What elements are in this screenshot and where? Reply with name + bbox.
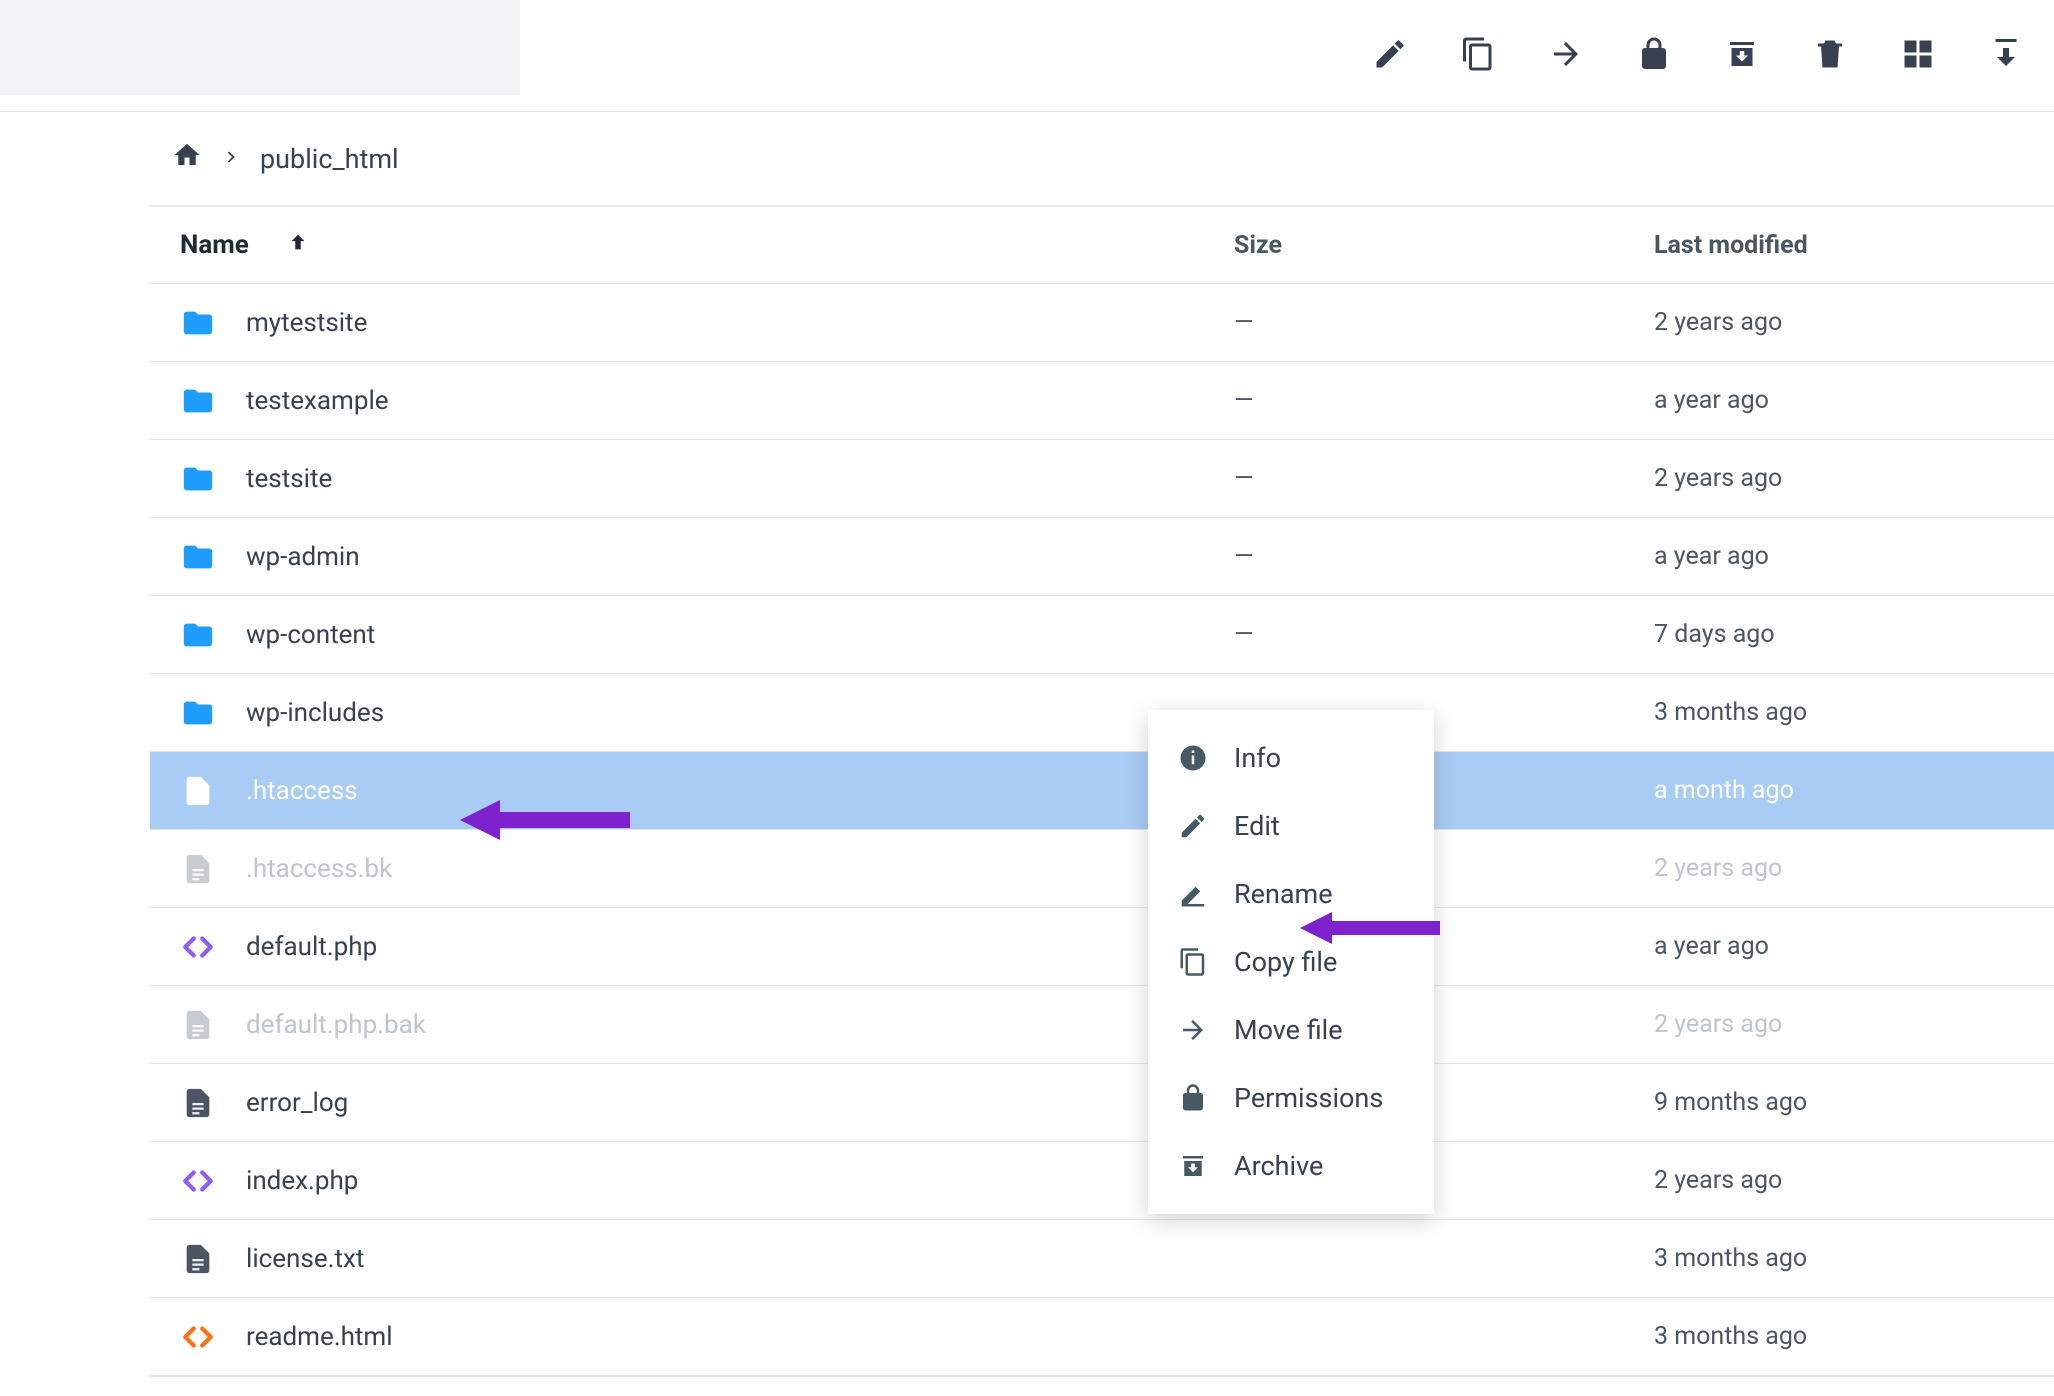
file-size: — (1234, 542, 1654, 571)
file-dark-icon (180, 1086, 216, 1120)
table-row[interactable]: default.php.bak 2 years ago (150, 986, 2054, 1064)
folder-icon (180, 462, 216, 496)
code-purple-icon (180, 930, 216, 964)
file-name: .htaccess (246, 776, 358, 806)
file-name: testsite (246, 464, 332, 494)
file-name: wp-includes (246, 698, 384, 728)
file-modified: 2 years ago (1654, 854, 2054, 883)
file-size: — (1234, 308, 1654, 337)
table-row[interactable]: mytestsite —2 years ago (150, 284, 2054, 362)
file-name: index.php (246, 1166, 358, 1196)
file-modified: 3 months ago (1654, 1322, 2054, 1351)
chevron-right-icon (220, 143, 242, 175)
home-icon[interactable] (172, 140, 202, 177)
file-modified: 2 years ago (1654, 1166, 2054, 1195)
file-modified: a year ago (1654, 932, 2054, 961)
ctx-rename[interactable]: Rename (1148, 860, 1434, 928)
table-row[interactable]: .htaccess2.1 KBa month ago (150, 752, 2054, 830)
file-name: readme.html (246, 1322, 393, 1352)
file-modified: a month ago (1654, 776, 2054, 805)
move-icon[interactable] (1548, 36, 1584, 76)
folder-icon (180, 384, 216, 418)
trash-icon[interactable] (1812, 36, 1848, 76)
column-name[interactable]: Name (180, 230, 249, 260)
file-modified: 2 years ago (1654, 1010, 2054, 1039)
table-row[interactable]: readme.html 3 months ago (150, 1298, 2054, 1376)
download-icon[interactable] (1988, 36, 2024, 76)
file-name: default.php (246, 932, 377, 962)
file-modified: 9 months ago (1654, 1088, 2054, 1117)
column-size[interactable]: Size (1234, 231, 1282, 260)
table-row[interactable]: default.php a year ago (150, 908, 2054, 986)
ctx-permissions[interactable]: Permissions (1148, 1064, 1434, 1132)
file-icon (180, 774, 216, 808)
file-size: — (1234, 464, 1654, 493)
file-dark-icon (180, 1242, 216, 1276)
file-size: — (1234, 386, 1654, 415)
breadcrumb: public_html (150, 112, 2054, 205)
ctx-move[interactable]: Move file (1148, 996, 1434, 1064)
file-table: Name Size Last modified mytestsite—2 yea… (150, 205, 2054, 1377)
archive-icon[interactable] (1724, 36, 1760, 76)
table-row[interactable]: testsite —2 years ago (150, 440, 2054, 518)
table-row[interactable]: wp-admin —a year ago (150, 518, 2054, 596)
column-modified[interactable]: Last modified (1654, 231, 1808, 260)
file-modified: 3 months ago (1654, 698, 2054, 727)
file-muted-icon (180, 1008, 216, 1042)
file-modified: 3 months ago (1654, 1244, 2054, 1273)
folder-icon (180, 696, 216, 730)
file-modified: a year ago (1654, 542, 2054, 571)
toolbar (0, 0, 2054, 112)
permissions-icon[interactable] (1636, 36, 1672, 76)
table-row[interactable]: index.php 2 years ago (150, 1142, 2054, 1220)
folder-icon (180, 540, 216, 574)
edit-icon[interactable] (1372, 36, 1408, 76)
file-size: — (1234, 620, 1654, 649)
file-modified: 2 years ago (1654, 308, 2054, 337)
ctx-info[interactable]: Info (1148, 724, 1434, 792)
table-row[interactable]: wp-content —7 days ago (150, 596, 2054, 674)
table-header: Name Size Last modified (150, 206, 2054, 284)
file-modified: a year ago (1654, 386, 2054, 415)
copy-icon[interactable] (1460, 36, 1496, 76)
table-row[interactable]: error_log 9 months ago (150, 1064, 2054, 1142)
file-modified: 7 days ago (1654, 620, 2054, 649)
sort-arrow-up-icon[interactable] (279, 230, 309, 260)
table-row[interactable]: .htaccess.bk 2 years ago (150, 830, 2054, 908)
table-row[interactable]: testexample —a year ago (150, 362, 2054, 440)
file-name: default.php.bak (246, 1010, 426, 1040)
ctx-copy[interactable]: Copy file (1148, 928, 1434, 996)
file-name: license.txt (246, 1244, 364, 1274)
code-purple-icon (180, 1164, 216, 1198)
breadcrumb-current[interactable]: public_html (260, 143, 399, 175)
ctx-archive[interactable]: Archive (1148, 1132, 1434, 1200)
file-name: error_log (246, 1088, 348, 1118)
file-name: .htaccess.bk (246, 854, 392, 884)
file-name: wp-admin (246, 542, 360, 572)
table-row[interactable]: wp-includes—3 months ago (150, 674, 2054, 752)
file-name: mytestsite (246, 308, 367, 338)
grid-icon[interactable] (1900, 36, 1936, 76)
file-name: wp-content (246, 620, 375, 650)
ctx-edit[interactable]: Edit (1148, 792, 1434, 860)
code-orange-icon (180, 1320, 216, 1354)
file-modified: 2 years ago (1654, 464, 2054, 493)
folder-icon (180, 618, 216, 652)
file-name: testexample (246, 386, 389, 416)
file-muted-icon (180, 852, 216, 886)
folder-icon (180, 306, 216, 340)
context-menu: Info Edit Rename Copy file Move file Per… (1148, 710, 1434, 1214)
table-row[interactable]: license.txt 3 months ago (150, 1220, 2054, 1298)
